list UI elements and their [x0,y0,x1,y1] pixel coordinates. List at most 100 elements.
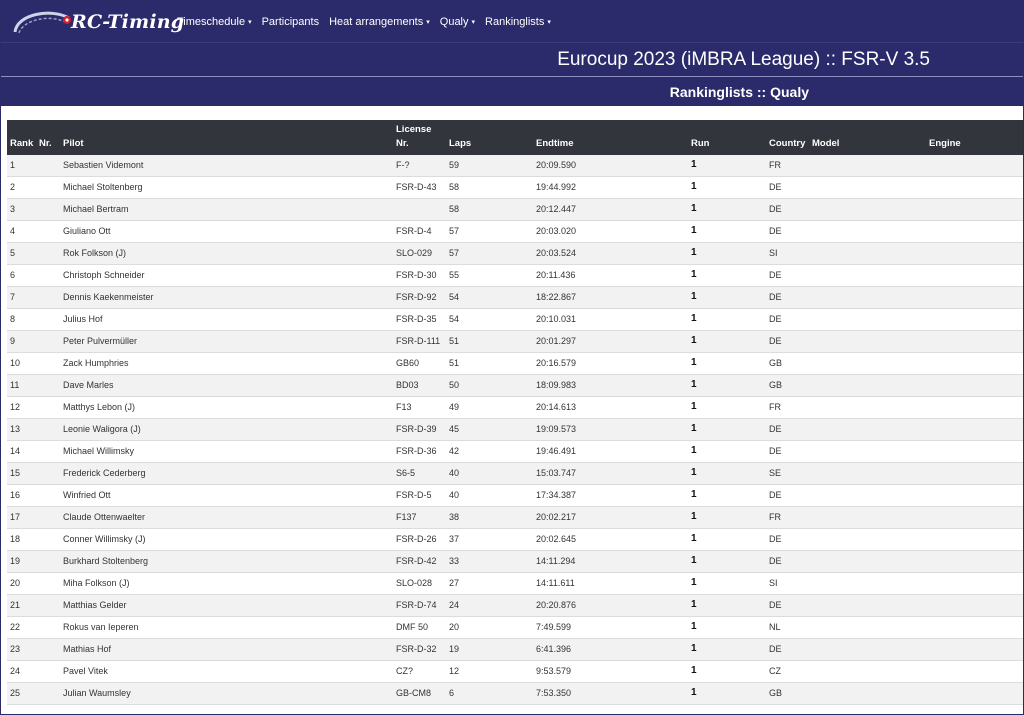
cell-rank: 4 [7,220,36,243]
cell-license: S6-5 [393,462,446,485]
col-run-header[interactable]: Run [688,120,766,155]
cell-license: GB60 [393,352,446,375]
table-row: 6 Christoph Schneider FSR-D-30 55 20:11.436 1… [7,264,1023,287]
cell-license: FSR-D-42 [393,550,446,573]
cell-model [809,396,926,419]
col-endtime-header[interactable]: Endtime [533,120,688,155]
cell-rank: 22 [7,616,36,639]
cell-license: FSR-D-26 [393,528,446,551]
cell-run: 1 [688,528,766,551]
cell-model [809,418,926,441]
nav-item-label: Rankinglists [485,15,545,28]
cell-laps: 55 [446,264,533,287]
table-row: 7 Dennis Kaekenmeister FSR-D-92 54 18:22.867… [7,286,1023,309]
table-row: 23 Mathias Hof FSR-D-32 19 6:41.396 1 DE [7,638,1023,661]
nav-item-participants[interactable]: Participants [262,16,319,28]
cell-pilot: Peter Pulvermüller [60,330,393,353]
nav-item-label: Participants [261,15,320,28]
cell-engine [926,418,1023,441]
cell-pilot: Claude Ottenwaelter [60,506,393,529]
title-band: Eurocup 2023 (iMBRA League) :: FSR-V 3.5 [1,43,1023,77]
brand-logo[interactable]: RC-Timing [11,4,184,40]
caret-down-icon: ▾ [547,18,551,26]
cell-laps: 38 [446,506,533,529]
cell-model [809,242,926,265]
cell-rank: 25 [7,682,36,705]
cell-model [809,286,926,309]
cell-model [809,352,926,375]
nav-item-rankinglists[interactable]: Rankinglists ▾ [485,16,551,28]
cell-rank: 18 [7,528,36,551]
cell-run: 1 [688,308,766,331]
cell-rank: 3 [7,198,36,221]
nav-item-qualy[interactable]: Qualy ▾ [440,16,475,28]
cell-engine [926,594,1023,617]
col-engine-header[interactable]: Engine [926,120,1023,155]
cell-license: FSR-D-4 [393,220,446,243]
cell-laps: 49 [446,396,533,419]
col-country-header[interactable]: Country [766,120,809,155]
cell-laps: 54 [446,308,533,331]
col-laps-header[interactable]: Laps [446,120,533,155]
col-license-header[interactable]: License Nr. [393,120,446,155]
cell-pilot: Julian Waumsley [60,682,393,705]
table-row: 8 Julius Hof FSR-D-35 54 20:10.031 1 DE [7,308,1023,331]
cell-license: F137 [393,506,446,529]
cell-run: 1 [688,220,766,243]
cell-nr [36,528,60,551]
col-pilot-header[interactable]: Pilot [60,120,393,155]
cell-nr [36,462,60,485]
cell-endtime: 20:12.447 [533,198,688,221]
cell-pilot: Michael Stoltenberg [60,176,393,199]
table-row: 5 Rok Folkson (J) SLO-029 57 20:03.524 1 SI [7,242,1023,265]
cell-country: SI [766,242,809,265]
col-nr-header[interactable]: Nr. [36,120,60,155]
cell-laps: 24 [446,594,533,617]
cell-laps: 6 [446,682,533,705]
cell-model [809,176,926,199]
cell-nr [36,242,60,265]
cell-run: 1 [688,352,766,375]
cell-rank: 20 [7,572,36,595]
cell-run: 1 [688,286,766,309]
cell-country: SE [766,462,809,485]
cell-pilot: Julius Hof [60,308,393,331]
cell-pilot: Matthys Lebon (J) [60,396,393,419]
cell-license: FSR-D-32 [393,638,446,661]
cell-nr [36,264,60,287]
cell-license: FSR-D-43 [393,176,446,199]
cell-run: 1 [688,660,766,683]
cell-run: 1 [688,638,766,661]
cell-nr [36,682,60,705]
cell-engine [926,242,1023,265]
cell-license: FSR-D-111 [393,330,446,353]
nav-item-label: Qualy [439,15,469,28]
cell-model [809,506,926,529]
cell-nr [36,418,60,441]
page: RC-Timing Timeschedule ▾ Participants Heat … [0,0,1024,715]
cell-pilot: Leonie Waligora (J) [60,418,393,441]
cell-endtime: 20:03.524 [533,242,688,265]
cell-license: FSR-D-35 [393,308,446,331]
cell-rank: 12 [7,396,36,419]
cell-pilot: Michael Bertram [60,198,393,221]
main-nav: Timeschedule ▾ Participants Heat arrangemen… [177,16,561,28]
cell-laps: 54 [446,286,533,309]
cell-endtime: 14:11.611 [533,572,688,595]
table-row: 22 Rokus van Ieperen DMF 50 20 7:49.599 1 NL [7,616,1023,639]
cell-license: GB-CM8 [393,682,446,705]
cell-run: 1 [688,396,766,419]
cell-model [809,155,926,177]
col-model-header[interactable]: Model [809,120,926,155]
cell-country: NL [766,616,809,639]
col-rank-header[interactable]: Rank [7,120,36,155]
cell-endtime: 15:03.747 [533,462,688,485]
nav-item-timeschedule[interactable]: Timeschedule ▾ [177,16,252,28]
caret-down-icon: ▾ [426,18,430,26]
table-row: 11 Dave Marles BD03 50 18:09.983 1 GB [7,374,1023,397]
nav-item-heat-arrangements[interactable]: Heat arrangements ▾ [329,16,430,28]
cell-rank: 6 [7,264,36,287]
cell-country: FR [766,396,809,419]
cell-model [809,330,926,353]
cell-pilot: Rok Folkson (J) [60,242,393,265]
